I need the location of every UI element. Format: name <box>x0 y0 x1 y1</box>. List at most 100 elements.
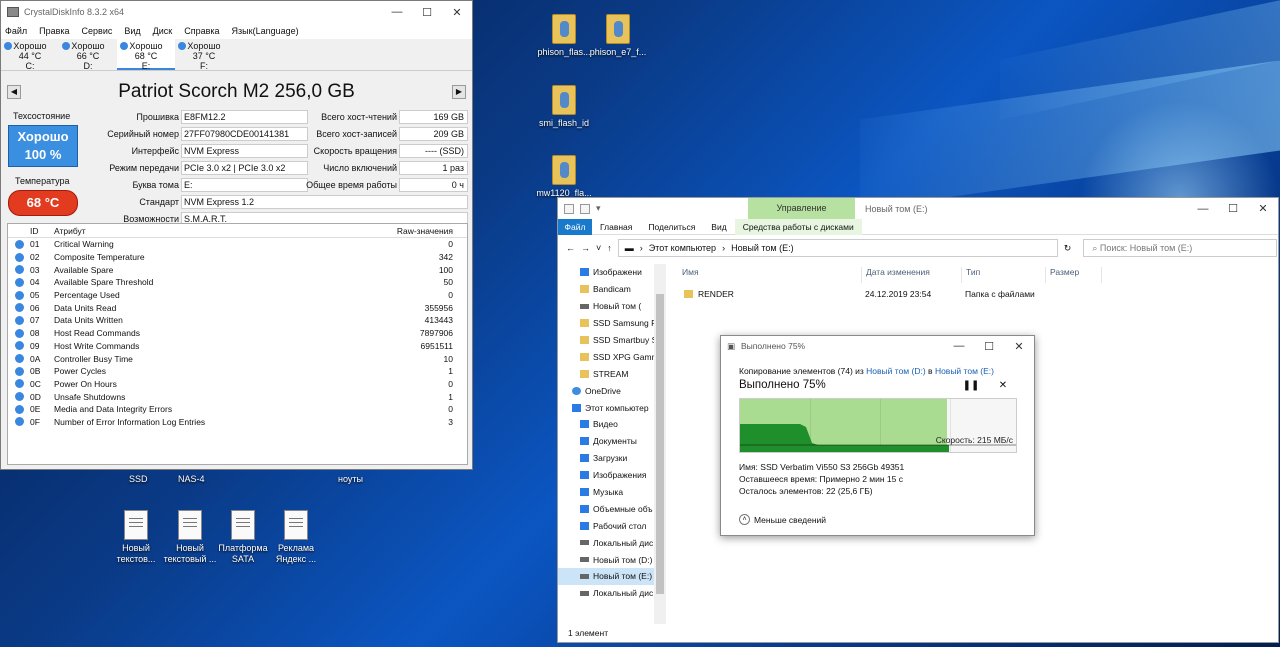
desktop-label-ssd[interactable]: SSD <box>129 474 148 484</box>
table-row[interactable]: 06 Data Units Read 355956 <box>8 301 467 314</box>
up-icon[interactable]: ↑ <box>607 243 612 253</box>
nav-item[interactable]: Изображени <box>558 264 665 281</box>
close-icon[interactable]: ✕ <box>442 6 472 19</box>
table-row[interactable]: 04 Available Spare Threshold 50 <box>8 276 467 289</box>
close-icon[interactable]: ✕ <box>1004 340 1034 353</box>
nav-item[interactable]: Документы <box>558 433 665 450</box>
nav-item[interactable]: Локальный дис <box>558 534 665 551</box>
table-row[interactable]: 08 Host Read Commands 7897906 <box>8 327 467 340</box>
prev-disk-icon[interactable]: ◀ <box>7 85 21 99</box>
menu-service[interactable]: Сервис <box>82 26 113 36</box>
drive-tab-e[interactable]: Хорошо 68 °C E: <box>117 39 175 71</box>
table-row[interactable]: 05 Percentage Used 0 <box>8 289 467 302</box>
minimize-icon[interactable]: — <box>1188 203 1218 215</box>
next-disk-icon[interactable]: ▶ <box>452 85 466 99</box>
nav-item[interactable]: Локальный дис <box>558 585 665 602</box>
file-row[interactable]: RENDER 24.12.2019 23:54 Папка с файлами <box>684 289 1278 299</box>
drive-tab-d[interactable]: Хорошо 66 °C D: <box>59 39 117 71</box>
nav-item[interactable]: Новый том (D:) <box>558 551 665 568</box>
forward-icon[interactable]: → <box>581 243 590 253</box>
menu-view[interactable]: Вид <box>124 26 140 36</box>
scrollbar-thumb[interactable] <box>656 294 664 594</box>
table-row[interactable]: 03 Available Spare 100 <box>8 263 467 276</box>
desktop-label-notebooks[interactable]: ноуты <box>338 474 363 484</box>
nav-item[interactable]: Загрузки <box>558 450 665 467</box>
nav-item[interactable]: SSD XPG Gammi <box>558 348 665 365</box>
nav-item[interactable]: Объемные объ <box>558 500 665 517</box>
desktop-icon-mw1120[interactable]: mw1120_fla... <box>524 155 604 199</box>
tab-manage[interactable]: Управление <box>748 198 855 219</box>
maximize-icon[interactable]: ☐ <box>1218 202 1248 215</box>
table-row[interactable]: 0E Media and Data Integrity Errors 0 <box>8 403 467 416</box>
desktop-icon-smi-flash-id[interactable]: smi_flash_id <box>524 85 604 129</box>
desktop-label-nas[interactable]: NAS-4 <box>178 474 205 484</box>
table-row[interactable]: 09 Host Write Commands 6951511 <box>8 340 467 353</box>
search-input[interactable]: ⌕ Поиск: Новый том (E:) <box>1083 239 1278 257</box>
source-link[interactable]: Новый том (D:) <box>866 366 926 376</box>
blue-icon <box>580 488 589 497</box>
nav-scrollbar[interactable] <box>654 264 666 624</box>
menu-help[interactable]: Справка <box>184 26 219 36</box>
tab-home[interactable]: Главная <box>592 222 640 232</box>
menu-edit[interactable]: Правка <box>39 26 69 36</box>
menu-language[interactable]: Язык(Language) <box>232 26 299 36</box>
drive-tab-f[interactable]: Хорошо 37 °C F: <box>175 39 233 71</box>
tab-file[interactable]: Файл <box>558 218 592 235</box>
table-row[interactable]: 0D Unsafe Shutdowns 1 <box>8 390 467 403</box>
nav-item[interactable]: Новый том (E:) <box>558 568 665 585</box>
table-row[interactable]: 02 Composite Temperature 342 <box>8 251 467 264</box>
column-raw[interactable]: Raw-значения <box>357 226 467 236</box>
chevron-down-icon[interactable]: ▾ <box>596 203 601 214</box>
maximize-icon[interactable]: ☐ <box>412 6 442 19</box>
tab-drive-tools[interactable]: Средства работы с дисками <box>734 218 862 235</box>
table-row[interactable]: 07 Data Units Written 413443 <box>8 314 467 327</box>
nav-item[interactable]: STREAM <box>558 365 665 382</box>
refresh-icon[interactable]: ↻ <box>1064 243 1072 254</box>
column-attribute[interactable]: Атрибут <box>54 226 357 236</box>
column-size[interactable]: Размер <box>1046 267 1102 283</box>
column-type[interactable]: Тип <box>962 267 1046 283</box>
menu-disk[interactable]: Диск <box>153 26 173 36</box>
new-folder-icon[interactable] <box>580 203 590 214</box>
desktop-doc[interactable]: Реклама Яндекс ... <box>256 510 336 565</box>
column-date[interactable]: Дата изменения <box>862 267 962 283</box>
column-id[interactable]: ID <box>30 226 54 236</box>
menu-file[interactable]: Файл <box>5 26 27 36</box>
table-row[interactable]: 0C Power On Hours 0 <box>8 378 467 391</box>
nav-item[interactable]: Музыка <box>558 484 665 501</box>
nav-item[interactable]: SSD Samsung PM <box>558 315 665 332</box>
tab-share[interactable]: Поделиться <box>640 222 703 232</box>
drive-tab-c[interactable]: Хорошо 44 °C C: <box>1 39 59 71</box>
pause-icon[interactable]: ❚❚ <box>955 380 987 391</box>
breadcrumb-this-pc[interactable]: Этот компьютер <box>649 243 716 253</box>
address-bar[interactable]: ▬ › Этот компьютер › Новый том (E:) <box>617 239 1058 257</box>
temperature-box[interactable]: 68 °C <box>8 190 78 216</box>
breadcrumb-volume-e[interactable]: Новый том (E:) <box>731 243 794 253</box>
table-row[interactable]: 01 Critical Warning 0 <box>8 238 467 251</box>
nav-item[interactable]: Bandicam <box>558 281 665 298</box>
less-details-button[interactable]: ˄ Меньше сведений <box>739 514 826 525</box>
close-icon[interactable]: ✕ <box>1248 202 1278 215</box>
maximize-icon[interactable]: ☐ <box>974 340 1004 353</box>
nav-item[interactable]: Новый том ( <box>558 298 665 315</box>
table-row[interactable]: 0A Controller Busy Time 10 <box>8 352 467 365</box>
minimize-icon[interactable]: — <box>944 340 974 352</box>
nav-item[interactable]: Видео <box>558 416 665 433</box>
recent-icon[interactable]: ˅ <box>596 243 601 253</box>
column-name[interactable]: Имя <box>678 267 862 283</box>
table-row[interactable]: 0B Power Cycles 1 <box>8 365 467 378</box>
table-row[interactable]: 0F Number of Error Information Log Entrie… <box>8 416 467 429</box>
tab-view[interactable]: Вид <box>703 222 734 232</box>
nav-item[interactable]: SSD Smartbuy St <box>558 332 665 349</box>
minimize-icon[interactable]: — <box>382 6 412 18</box>
destination-link[interactable]: Новый том (E:) <box>935 366 994 376</box>
properties-icon[interactable] <box>564 203 574 214</box>
nav-item[interactable]: Этот компьютер <box>558 399 665 416</box>
nav-item[interactable]: Рабочий стол <box>558 517 665 534</box>
cancel-icon[interactable]: ✕ <box>987 380 1019 391</box>
health-status-box[interactable]: Хорошо 100 % <box>8 125 78 167</box>
desktop-icon-phison-e7[interactable]: phison_e7_f... <box>578 14 658 58</box>
nav-item[interactable]: Изображения <box>558 467 665 484</box>
nav-item[interactable]: OneDrive <box>558 382 665 399</box>
back-icon[interactable]: ← <box>566 243 575 253</box>
